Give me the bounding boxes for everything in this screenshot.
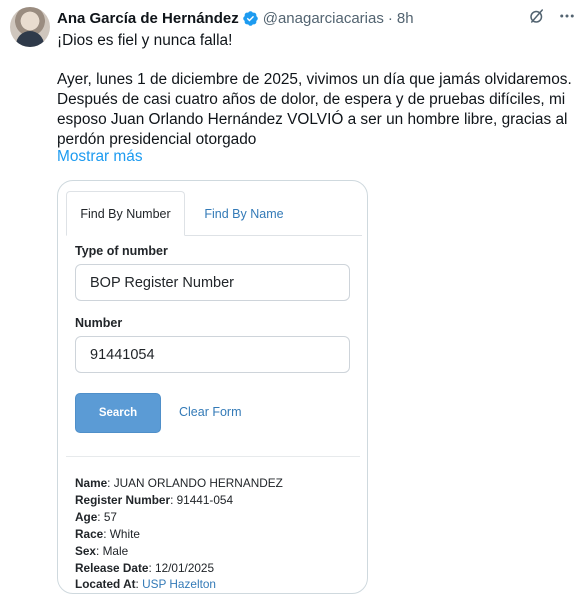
- tweet-line: esposo Juan Orlando Hernández VOLVIÓ a s…: [57, 111, 568, 128]
- tab-find-by-name: Find By Name: [204, 206, 284, 221]
- more-icon[interactable]: [558, 7, 576, 25]
- tab-bar: Find By Number Find By Name: [66, 191, 362, 236]
- author-handle[interactable]: @anagarciacarias: [263, 10, 384, 27]
- tweet-line: Ayer, lunes 1 de diciembre de 2025, vivi…: [57, 71, 572, 88]
- result-name: Name: JUAN ORLANDO HERNANDEZ: [75, 476, 283, 490]
- avatar[interactable]: [10, 7, 50, 47]
- tweet-line: ¡Dios es fiel y nunca falla!: [57, 32, 233, 49]
- tweet-text: ¡Dios es fiel y nunca falla! Ayer, lunes…: [57, 31, 573, 150]
- number-label: Number: [75, 316, 123, 330]
- result-sex: Sex: Male: [75, 543, 129, 558]
- inmate-result: Name: JUAN ORLANDO HERNANDEZ Register Nu…: [75, 475, 283, 593]
- clear-form-link: Clear Form: [179, 405, 242, 419]
- type-of-number-field: BOP Register Number: [75, 264, 350, 301]
- top-actions: [528, 7, 576, 25]
- grok-icon[interactable]: [528, 7, 546, 25]
- result-register-number: Register Number: 91441-054: [75, 492, 234, 507]
- type-of-number-label: Type of number: [75, 244, 168, 258]
- tweet-line: perdón presidencial otorgado: [57, 131, 257, 148]
- tweet-time[interactable]: 8h: [397, 10, 414, 27]
- result-release-date: Release Date: 12/01/2025: [75, 560, 215, 575]
- tweet-header: Ana García de Hernández @anagarciacarias…: [57, 7, 414, 29]
- search-button: Search: [75, 393, 161, 433]
- attached-image[interactable]: Find By Number Find By Name Type of numb…: [57, 180, 368, 594]
- verified-badge-icon[interactable]: [242, 10, 259, 27]
- result-age: Age: 57: [75, 509, 117, 524]
- show-more-link[interactable]: Mostrar más: [57, 148, 143, 166]
- tab-find-by-number: Find By Number: [66, 191, 185, 236]
- author-name[interactable]: Ana García de Hernández: [57, 10, 239, 27]
- divider: [66, 456, 360, 457]
- result-race: Race: White: [75, 526, 140, 541]
- result-located-at: Located At: USP Hazelton: [75, 577, 216, 592]
- separator-dot: ·: [387, 9, 393, 27]
- tweet-line: Después de casi cuatro años de dolor, de…: [57, 91, 566, 108]
- number-field: 91441054: [75, 336, 350, 373]
